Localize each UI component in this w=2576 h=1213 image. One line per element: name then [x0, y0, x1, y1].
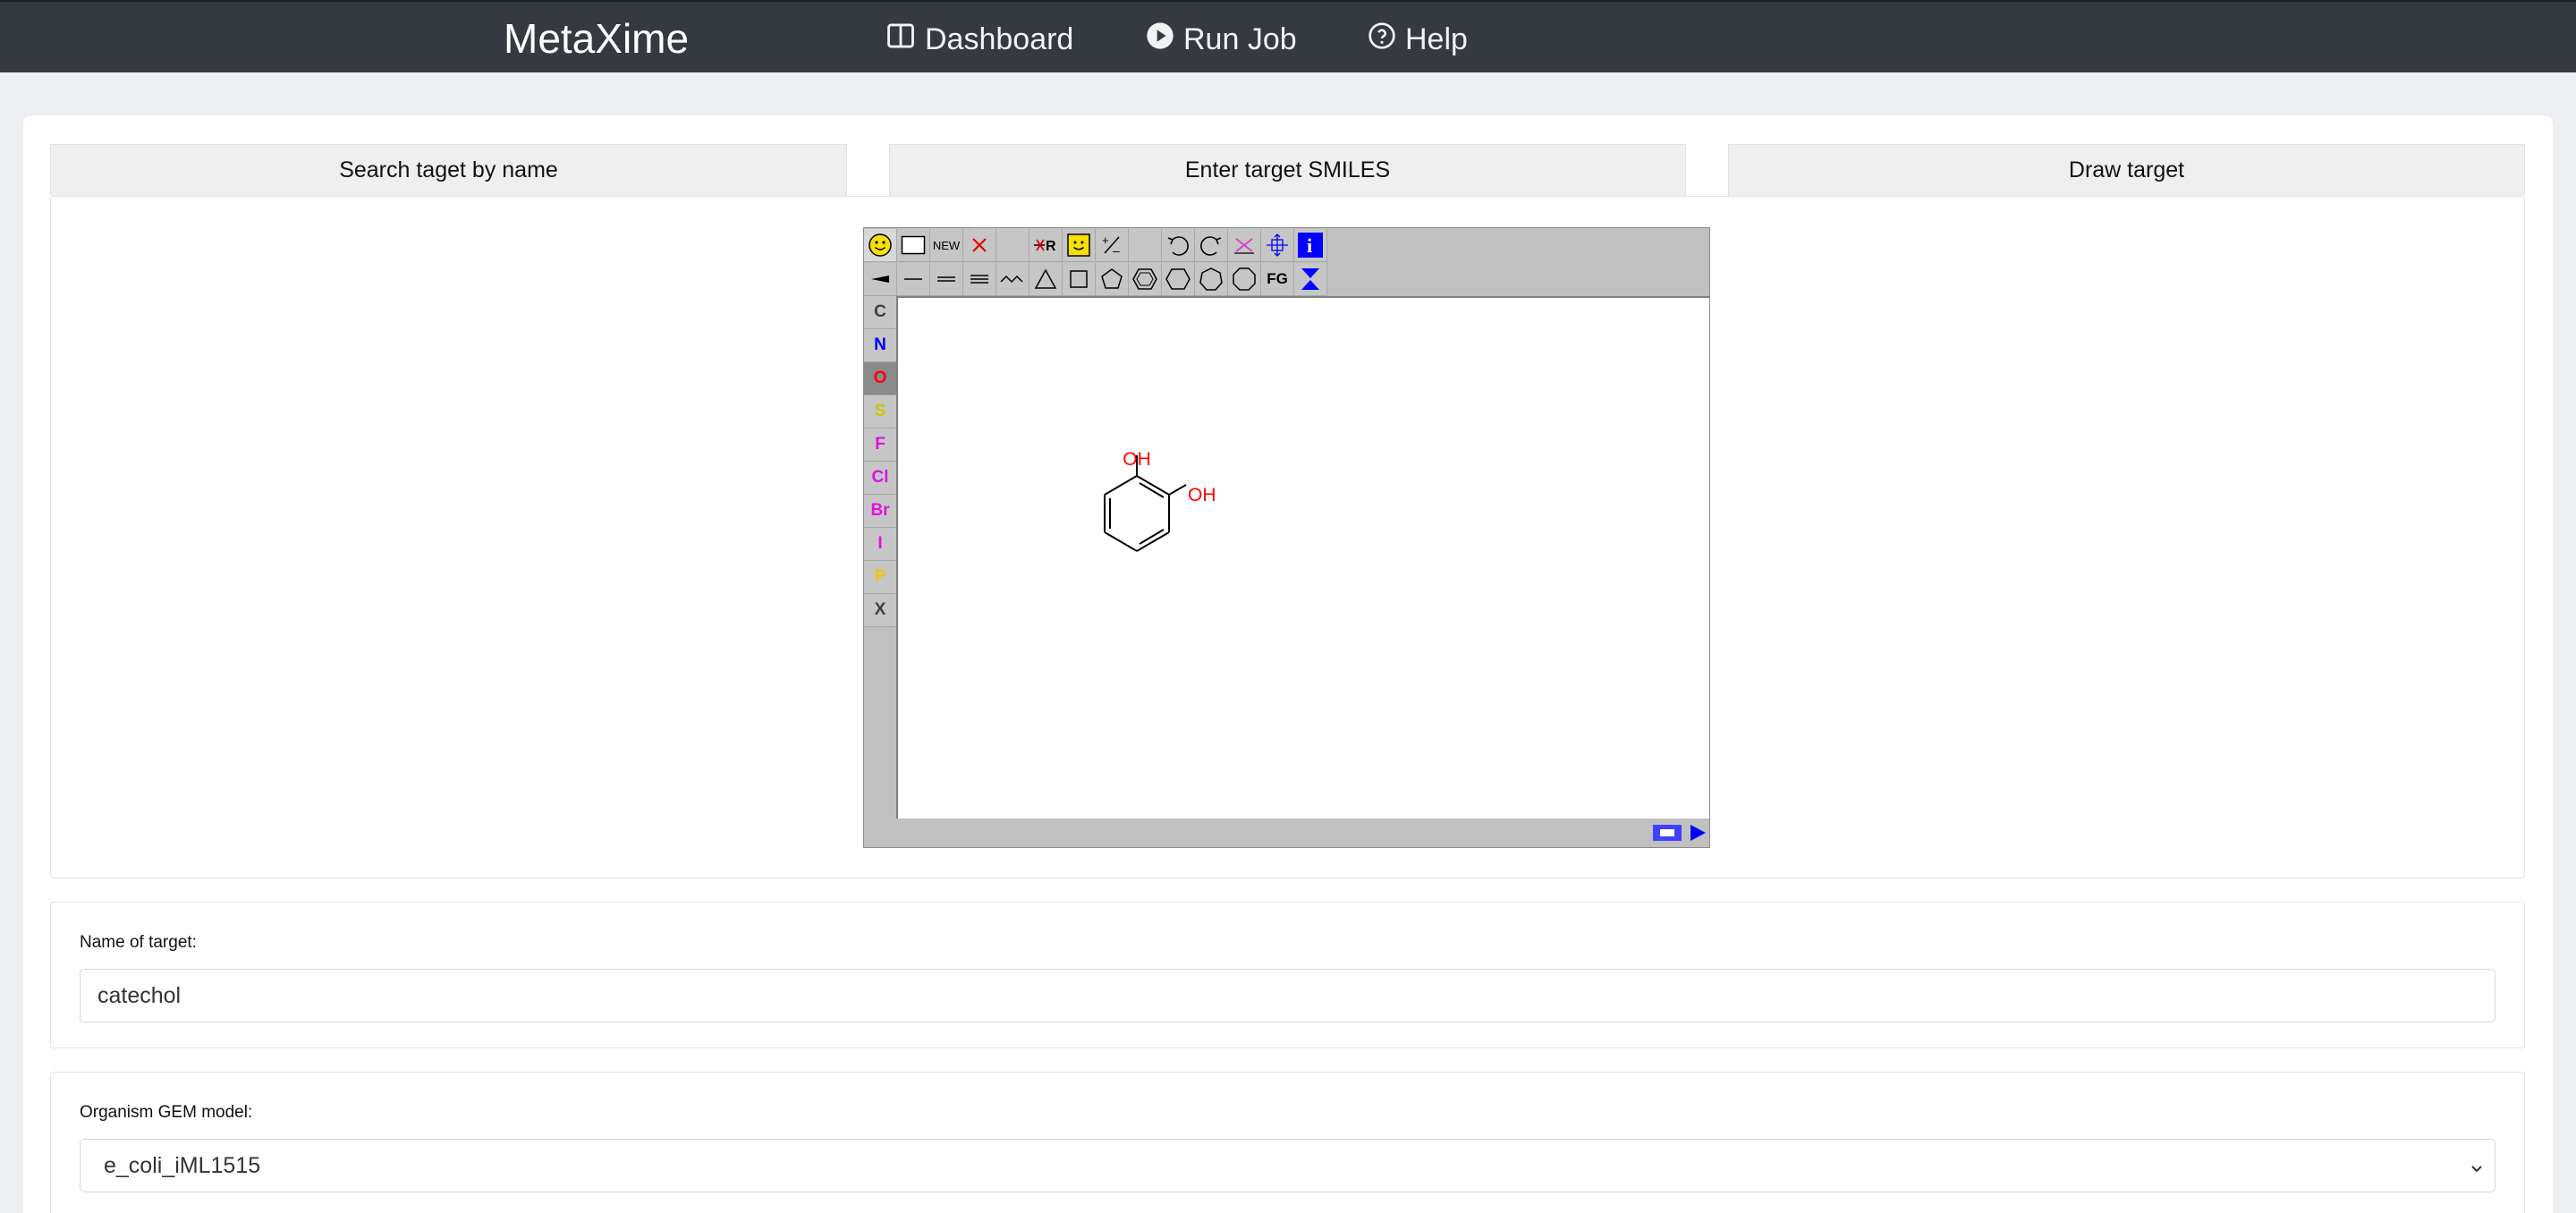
nav-help-label: Help	[1405, 21, 1468, 56]
question-circle-icon	[1368, 21, 1405, 58]
rectangle-select-icon[interactable]	[897, 229, 930, 262]
info-icon[interactable]: i	[1294, 229, 1327, 262]
svg-text:i: i	[1307, 234, 1312, 257]
delete-icon[interactable]	[963, 229, 996, 262]
chain-icon[interactable]	[996, 263, 1030, 296]
move-icon[interactable]	[1261, 229, 1294, 262]
atom-button-s[interactable]: S	[864, 395, 896, 428]
atom-symbol: F	[875, 435, 886, 454]
atom-symbol: O	[873, 369, 887, 387]
nav-help[interactable]: Help	[1368, 20, 1468, 59]
hydroxyl-label: OH	[1123, 449, 1151, 470]
blank-tool-2[interactable]	[1129, 229, 1162, 262]
template-icon[interactable]	[1063, 229, 1096, 262]
functional-group-button[interactable]: FG	[1261, 263, 1294, 296]
atom-symbol: I	[877, 534, 883, 553]
svg-text:–: –	[1113, 243, 1120, 257]
ring-3-icon[interactable]	[1030, 263, 1063, 296]
atom-button-cl[interactable]: Cl	[864, 462, 896, 495]
redo-icon[interactable]	[1195, 229, 1228, 262]
ring-7-icon[interactable]	[1195, 263, 1228, 296]
tab-search-by-name[interactable]: Search taget by name	[50, 144, 847, 196]
ring-8-icon[interactable]	[1228, 263, 1261, 296]
benzene-ring	[1104, 455, 1187, 552]
atom-symbol: X	[874, 600, 886, 619]
nav-dashboard-label: Dashboard	[925, 21, 1074, 56]
chevron-down-icon	[2468, 1158, 2486, 1183]
organism-select[interactable]: e_coli_iML1515	[80, 1139, 2496, 1192]
atom-symbol: N	[874, 335, 886, 354]
blank-tool[interactable]	[996, 229, 1030, 262]
atom-symbol: C	[874, 302, 886, 321]
delete-r-group-icon[interactable]: R	[1030, 229, 1063, 262]
single-bond-icon[interactable]	[897, 263, 930, 296]
tab-enter-smiles[interactable]: Enter target SMILES	[889, 144, 1686, 196]
atom-symbol: Cl	[871, 468, 889, 487]
clear-icon[interactable]	[1228, 229, 1261, 262]
new-button-label: NEW	[932, 238, 961, 252]
name-of-target-label: Name of target:	[80, 933, 197, 952]
triple-bond-icon[interactable]	[963, 263, 996, 296]
hydroxyl-label: OH	[1188, 485, 1216, 505]
benzene-ring-icon[interactable]	[1129, 263, 1162, 296]
target-name-input[interactable]: catechol	[80, 969, 2496, 1022]
editor-status-bar	[896, 819, 1709, 847]
organism-label: Organism GEM model:	[80, 1103, 253, 1122]
fg-label: FG	[1267, 270, 1288, 287]
atom-button-i[interactable]: I	[864, 528, 896, 561]
molecule-editor: NEW R + – i FG C N O S F Cl Br I P X OH …	[863, 227, 1710, 848]
name-of-target-section: Name of target: catechol	[50, 902, 2525, 1048]
editor-toolbar-top: NEW R + – i	[864, 229, 1327, 262]
charge-icon[interactable]: + –	[1096, 229, 1129, 262]
svg-text:R: R	[1046, 239, 1056, 254]
atom-button-br[interactable]: Br	[864, 495, 896, 528]
organism-section: Organism GEM model: e_coli_iML1515	[50, 1072, 2525, 1213]
top-navbar: MetaXime Dashboard Run Job Help	[0, 0, 2576, 72]
nav-run-job[interactable]: Run Job	[1146, 20, 1297, 59]
editor-toolbar-bottom: FG	[864, 263, 1327, 296]
atom-button-f[interactable]: F	[864, 428, 896, 462]
ring-5-icon[interactable]	[1096, 263, 1129, 296]
svg-text:+: +	[1102, 233, 1109, 247]
undo-icon[interactable]	[1162, 229, 1195, 262]
ring-6-icon[interactable]	[1162, 263, 1195, 296]
tab-draw-target[interactable]: Draw target	[1728, 144, 2525, 196]
columns-icon	[886, 21, 925, 59]
nav-run-job-label: Run Job	[1183, 21, 1297, 56]
new-button[interactable]: NEW	[930, 229, 963, 262]
nav-dashboard[interactable]: Dashboard	[886, 20, 1073, 59]
smiley-icon[interactable]	[864, 229, 897, 262]
atom-palette: C N O S F Cl Br I P X	[864, 296, 896, 627]
brand-title[interactable]: MetaXime	[504, 14, 689, 63]
flip-icon[interactable]	[1294, 263, 1327, 296]
organism-selected-value: e_coli_iML1515	[104, 1152, 261, 1178]
atom-symbol: S	[874, 402, 886, 420]
drawing-canvas[interactable]: OH OH	[896, 296, 1709, 819]
atom-symbol: P	[874, 567, 886, 586]
atom-button-c[interactable]: C	[864, 296, 896, 329]
ring-4-icon[interactable]	[1063, 263, 1096, 296]
wedge-bond-icon[interactable]	[864, 263, 897, 296]
window-icon[interactable]	[1652, 824, 1682, 846]
atom-symbol: Br	[870, 501, 890, 520]
atom-button-p[interactable]: P	[864, 561, 896, 594]
atom-button-x[interactable]: X	[864, 594, 896, 627]
molecule-drawing: OH OH	[1104, 449, 1216, 552]
play-icon[interactable]	[1688, 823, 1707, 847]
atom-button-o[interactable]: O	[864, 362, 896, 395]
play-circle-icon	[1146, 21, 1183, 58]
atom-button-n[interactable]: N	[864, 329, 896, 362]
double-bond-icon[interactable]	[930, 263, 963, 296]
